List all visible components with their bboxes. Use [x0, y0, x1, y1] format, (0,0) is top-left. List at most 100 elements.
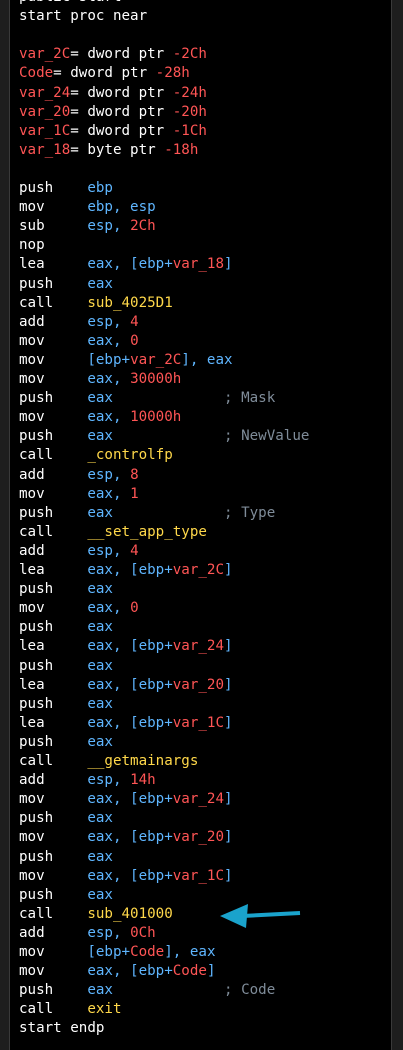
code-line[interactable]: push eax ; Code	[19, 981, 275, 1000]
code-token: lea	[19, 714, 88, 731]
code-line[interactable]: call exit	[19, 1000, 122, 1019]
code-token: var_24	[172, 638, 225, 655]
code-line[interactable]: add esp, 8	[19, 466, 139, 485]
code-token: push	[19, 886, 88, 903]
code-token: eax	[87, 275, 113, 292]
code-token: 1	[130, 485, 139, 502]
code-token: eax	[87, 848, 113, 865]
code-line[interactable]: push eax	[19, 886, 113, 905]
code-token: mov	[19, 371, 88, 387]
code-line[interactable]: call sub_4025D1	[19, 294, 173, 313]
code-line[interactable]: mov eax, 1	[19, 485, 139, 504]
code-line[interactable]: mov eax, 10000h	[19, 408, 181, 427]
code-token: eax	[87, 428, 113, 445]
code-line[interactable]: mov eax, [ebp+Code]	[19, 962, 215, 981]
code-line[interactable]: mov eax, [ebp+var_1C]	[19, 867, 233, 886]
code-token: push	[19, 619, 88, 636]
code-token: push	[19, 733, 88, 750]
code-line[interactable]: call __set_app_type	[19, 523, 207, 542]
code-token: eax	[87, 619, 113, 636]
code-line[interactable]: push eax ; NewValue	[19, 427, 309, 446]
code-line[interactable]: lea eax, [ebp+var_1C]	[19, 714, 233, 733]
code-line[interactable]: push ebp	[19, 179, 113, 198]
code-line[interactable]: push eax	[19, 657, 113, 676]
code-token: push	[19, 657, 88, 674]
code-line[interactable]: push eax	[19, 848, 113, 867]
code-token: var_2C	[19, 46, 71, 63]
code-line[interactable]: push eax	[19, 275, 113, 294]
code-token: call	[19, 447, 88, 464]
code-token: ]	[224, 256, 233, 273]
code-token: mov	[19, 332, 88, 349]
code-line[interactable]: lea eax, [ebp+var_24]	[19, 637, 233, 656]
code-line[interactable]: push eax	[19, 580, 113, 599]
code-token: 2Ch	[130, 218, 156, 235]
code-token: start proc near	[19, 8, 148, 25]
code-token: eax	[87, 886, 113, 903]
code-token: esp,	[87, 924, 131, 941]
code-line[interactable]: push eax	[19, 695, 113, 714]
code-token: push	[19, 428, 88, 445]
code-token: mov	[19, 485, 88, 502]
code-line[interactable]: mov [ebp+var_2C], eax	[19, 351, 233, 370]
code-line[interactable]: sub esp, 2Ch	[19, 217, 156, 236]
code-token: eax, [ebp+	[87, 256, 173, 273]
code-token: var_1C	[19, 122, 71, 139]
code-token: eax	[87, 390, 113, 407]
code-token: mov	[19, 791, 88, 808]
code-token: push	[19, 180, 88, 196]
code-token: push	[19, 810, 88, 827]
code-token: -18h	[164, 141, 199, 158]
code-line[interactable]: push eax ; Mask	[19, 389, 275, 408]
code-token: var_20	[172, 829, 225, 846]
code-line[interactable]: Code= dword ptr -28h	[19, 64, 190, 83]
code-line[interactable]: call sub_401000	[19, 905, 173, 924]
code-line[interactable]: mov eax, 0	[19, 599, 139, 618]
code-token: ]	[224, 714, 233, 731]
code-token: ebp, esp	[87, 199, 156, 216]
code-line[interactable]: lea eax, [ebp+var_20]	[19, 676, 233, 695]
code-token: var_24	[19, 84, 71, 101]
code-line[interactable]: mov eax, 0	[19, 332, 139, 351]
code-line[interactable]: start endp	[19, 1019, 104, 1038]
code-line[interactable]: var_18= byte ptr -18h	[19, 141, 198, 160]
code-token: eax, [ebp+	[87, 791, 173, 808]
code-token: Code	[130, 944, 165, 960]
code-line[interactable]: add esp, 4	[19, 313, 139, 332]
code-line[interactable]: mov eax, [ebp+var_24]	[19, 790, 233, 809]
code-line[interactable]: call __getmainargs	[19, 752, 198, 771]
code-line[interactable]: var_20= dword ptr -20h	[19, 103, 207, 122]
code-line[interactable]: nop	[19, 236, 45, 255]
code-line[interactable]: call _controlfp	[19, 446, 173, 465]
code-token: = dword ptr	[70, 122, 173, 139]
code-token: -1Ch	[172, 122, 207, 139]
code-line[interactable]: add esp, 0Ch	[19, 924, 156, 943]
code-line[interactable]: var_1C= dword ptr -1Ch	[19, 122, 207, 141]
code-line[interactable]: var_24= dword ptr -24h	[19, 84, 207, 103]
code-line[interactable]: push eax	[19, 809, 113, 828]
code-token: push	[19, 390, 88, 407]
code-token: __set_app_type	[87, 523, 207, 540]
code-token: eax	[87, 657, 113, 674]
code-line[interactable]: push eax ; Type	[19, 504, 275, 523]
code-line[interactable]: mov [ebp+Code], eax	[19, 943, 215, 962]
code-line[interactable]: var_2C= dword ptr -2Ch	[19, 45, 207, 64]
code-token: eax	[87, 733, 113, 750]
code-line[interactable]: mov eax, [ebp+var_20]	[19, 828, 233, 847]
code-token: ; Type	[112, 504, 276, 521]
code-token: ]	[224, 638, 233, 655]
code-line[interactable]: add esp, 4	[19, 542, 139, 561]
code-line[interactable]: lea eax, [ebp+var_2C]	[19, 561, 233, 580]
code-line[interactable]: mov eax, 30000h	[19, 370, 181, 389]
code-token: sub	[19, 218, 88, 235]
code-line[interactable]: public start	[19, 0, 122, 7]
code-line[interactable]: push eax	[19, 618, 113, 637]
code-line[interactable]: mov ebp, esp	[19, 198, 156, 217]
code-token: ]	[224, 829, 233, 846]
code-token: lea	[19, 256, 88, 273]
code-line[interactable]: push eax	[19, 733, 113, 752]
code-line[interactable]: lea eax, [ebp+var_18]	[19, 255, 233, 274]
code-line[interactable]: add esp, 14h	[19, 771, 156, 790]
code-token: eax,	[87, 371, 131, 387]
code-line[interactable]: start proc near	[19, 7, 147, 26]
